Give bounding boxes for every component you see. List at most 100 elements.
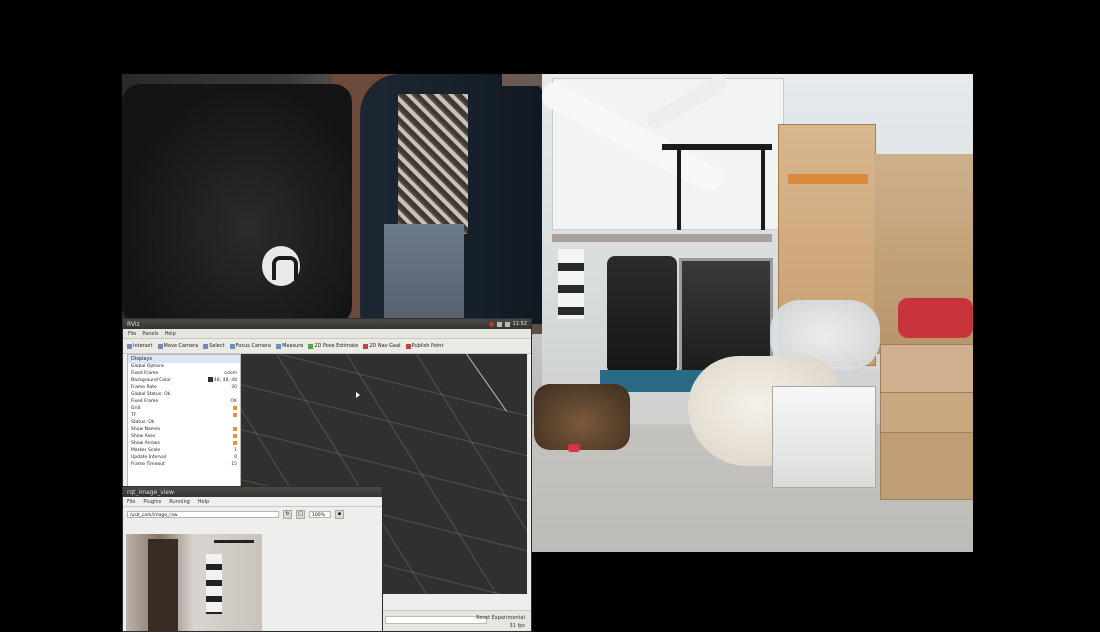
display-row[interactable]: Frame Timeout 15 [128, 461, 240, 468]
rviz-menubar: File Panels Help [123, 329, 531, 339]
menu-running[interactable]: Running [169, 499, 190, 505]
display-row[interactable]: Update Interval 0 [128, 454, 240, 461]
focus-icon [229, 343, 235, 349]
box-stack [880, 432, 973, 500]
tool-move-camera[interactable]: Move Camera [157, 343, 198, 349]
display-row[interactable]: Grid [128, 405, 240, 412]
color-swatch [207, 377, 213, 382]
image-view-title[interactable]: rqt_image_view [123, 487, 382, 497]
display-value[interactable]: odom [224, 370, 237, 377]
display-value[interactable]: 15 [231, 461, 237, 468]
menu-help[interactable]: Help [164, 331, 175, 337]
checkbox[interactable] [233, 426, 237, 431]
display-label: Update Interval [131, 455, 166, 460]
drone [214, 540, 254, 553]
black-bag [122, 84, 352, 324]
grid-line [241, 375, 527, 474]
box-stack [880, 344, 973, 394]
display-label: Background Color [131, 378, 172, 383]
rviz-titlebar[interactable]: RViz 11:52 [123, 319, 531, 329]
image-view-window[interactable]: rqt_image_view File Plugins Running Help… [122, 486, 383, 632]
tool-select[interactable]: Select [203, 343, 225, 349]
display-row[interactable]: Marker Scale 1 [128, 447, 240, 454]
display-row[interactable]: Fixed Frame OK [128, 398, 240, 405]
ground-robot [534, 384, 630, 450]
camera-image [126, 534, 262, 631]
display-label: Global Status: Ok [131, 392, 171, 397]
checkbox[interactable] [233, 412, 237, 417]
zoom-field[interactable]: 100% [309, 510, 331, 518]
arrow-pink-icon [363, 343, 369, 349]
tool-label: Select [209, 343, 225, 349]
tool-publish-point[interactable]: Publish Point [405, 343, 443, 349]
tool-focus-camera[interactable]: Focus Camera [229, 343, 271, 349]
display-row[interactable]: TF [128, 412, 240, 419]
tool-2d-pose-estimate[interactable]: 2D Pose Estimate [308, 343, 358, 349]
display-label: Frame Timeout [131, 462, 165, 467]
arrow-green-icon [308, 343, 314, 349]
display-row[interactable]: Fixed Frame odom [128, 370, 240, 377]
menu-file[interactable]: File [127, 499, 135, 505]
display-value: OK [230, 399, 238, 404]
image-view-toolbar: /usb_cam/image_raw ↻ □ 100% ▪ [123, 507, 382, 521]
select-icon [203, 343, 209, 349]
checkbox[interactable] [233, 405, 237, 410]
tool-label: Measure [282, 343, 304, 349]
display-row[interactable]: Global Options [128, 363, 240, 370]
display-value[interactable]: 30 [231, 384, 237, 391]
checkbox[interactable] [233, 440, 237, 445]
menu-panels[interactable]: Panels [142, 331, 158, 337]
display-row[interactable]: Background Color 48; 48; 48 [128, 377, 240, 384]
display-value[interactable]: 1 [234, 447, 237, 454]
display-row[interactable]: Show Names [128, 426, 240, 433]
ruler-icon [276, 343, 282, 349]
menu-plugins[interactable]: Plugins [143, 499, 161, 505]
display-label: Frame Rate [131, 385, 157, 390]
display-value[interactable]: 48; 48; 48 [214, 378, 237, 383]
power-icon[interactable] [488, 321, 494, 327]
black-case [607, 256, 677, 374]
image-view-empty-area [262, 534, 382, 631]
displays-panel[interactable]: Displays Global Options Fixed Frame odom … [127, 354, 241, 488]
display-label: Grid [131, 406, 141, 411]
tool-interact[interactable]: Interact [127, 343, 153, 349]
pin-red-icon [405, 343, 411, 349]
display-value[interactable]: 0 [234, 454, 237, 461]
box-stack [880, 392, 973, 434]
person-shirt [398, 94, 468, 234]
tool-2d-nav-goal[interactable]: 2D Nav Goal [363, 343, 401, 349]
robot-led [568, 444, 580, 452]
status-field[interactable] [385, 616, 487, 624]
network-icon[interactable] [496, 321, 502, 327]
topic-select[interactable]: /usb_cam/image_raw [127, 510, 279, 518]
display-row[interactable]: Show Axes [128, 433, 240, 440]
checkbox[interactable] [233, 433, 237, 438]
display-row[interactable]: Show Arrows [128, 440, 240, 447]
fiducial-markers [206, 554, 222, 614]
display-label: Show Names [131, 427, 161, 432]
display-label: Status: Ok [131, 420, 155, 425]
tray-clock[interactable]: 11:52 [513, 321, 527, 327]
menu-file[interactable]: File [128, 331, 136, 337]
bag-logo [262, 246, 300, 286]
mouse-cursor-icon [356, 392, 360, 398]
fit-icon[interactable]: □ [296, 509, 305, 519]
save-icon[interactable]: ▪ [335, 509, 344, 519]
display-row[interactable]: Status: Ok [128, 419, 240, 426]
rviz-title: RViz [127, 320, 140, 328]
display-row[interactable]: Global Status: Ok [128, 391, 240, 398]
volume-icon[interactable] [504, 321, 510, 327]
menu-help[interactable]: Help [198, 499, 209, 505]
red-bag [898, 298, 973, 338]
fiducial-markers [558, 249, 584, 319]
hexacopter-drone [662, 144, 772, 240]
status-text[interactable]: Reset Experimental [476, 615, 525, 621]
cursor-icon [127, 343, 132, 349]
display-row[interactable]: Frame Rate 30 [128, 384, 240, 391]
display-label: Marker Scale [131, 448, 161, 453]
refresh-icon[interactable]: ↻ [283, 509, 292, 519]
tool-label: Interact [133, 343, 153, 349]
tool-measure[interactable]: Measure [276, 343, 303, 349]
system-tray: 11:52 [488, 321, 527, 327]
display-label: Fixed Frame [131, 399, 159, 404]
